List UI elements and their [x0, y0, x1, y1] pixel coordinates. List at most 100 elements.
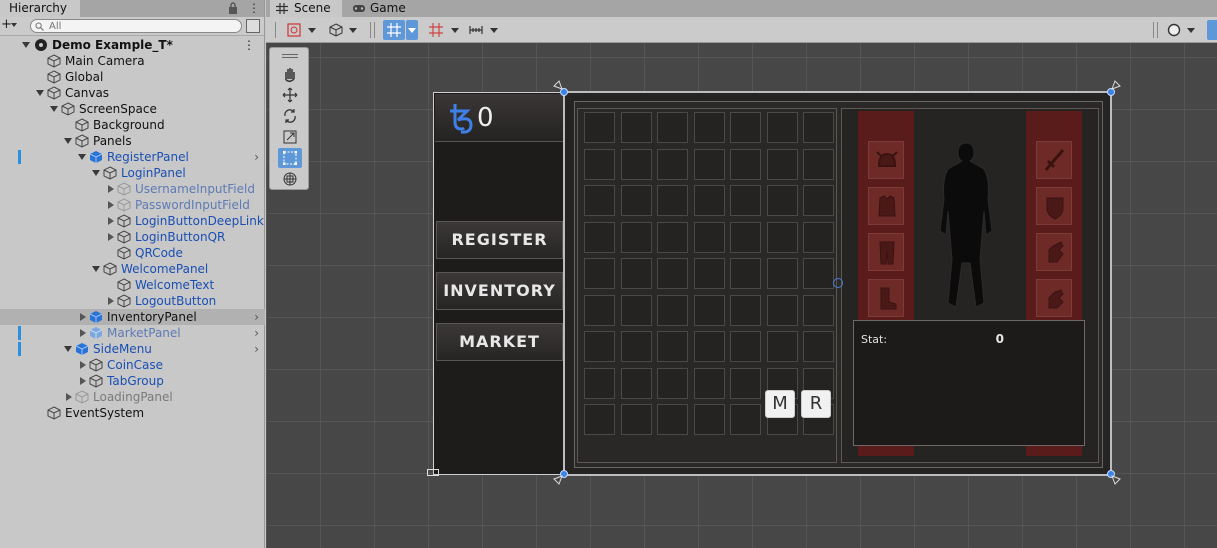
chevron-down-icon[interactable]	[1187, 28, 1195, 33]
scene-viewport[interactable]: 0 REGISTER INVENTORY MARKET Stat: 0 M R	[266, 43, 1217, 548]
anchor-bottom-left-icon[interactable]	[553, 475, 563, 485]
expand-arrow-icon[interactable]	[92, 266, 100, 272]
hand-tool[interactable]	[278, 64, 302, 84]
inventory-slot[interactable]	[657, 258, 688, 289]
collapsed-arrow-icon[interactable]	[108, 233, 114, 241]
inventory-slot[interactable]	[657, 367, 688, 399]
list-item[interactable]: LoadingPanel	[0, 389, 265, 405]
inventory-slot[interactable]	[766, 258, 798, 289]
inventory-slot[interactable]	[730, 331, 761, 362]
more-options-icon[interactable]: ⋮	[248, 2, 260, 15]
inventory-slot[interactable]	[657, 404, 688, 435]
collapsed-arrow-icon[interactable]	[108, 201, 114, 209]
inventory-slot[interactable]	[730, 185, 761, 216]
inventory-slot[interactable]	[730, 258, 761, 289]
inventory-slot[interactable]	[766, 294, 798, 326]
inventory-slot[interactable]	[766, 221, 798, 253]
inventory-slot[interactable]	[584, 185, 615, 216]
list-item[interactable]: CoinCase	[0, 357, 265, 373]
inventory-slot[interactable]	[657, 185, 688, 216]
inventory-slot[interactable]	[693, 112, 725, 143]
inventory-slot[interactable]	[584, 148, 615, 180]
inventory-slot[interactable]	[730, 112, 761, 143]
inventory-slot[interactable]	[693, 258, 725, 289]
inventory-slot[interactable]	[766, 148, 798, 180]
list-item[interactable]: Main Camera	[0, 53, 265, 69]
gloves-slot[interactable]	[1036, 233, 1072, 271]
inventory-slot[interactable]	[657, 294, 688, 326]
inventory-slot[interactable]	[584, 367, 615, 399]
list-item[interactable]: LogoutButton	[0, 293, 265, 309]
chevron-right-icon[interactable]: ›	[254, 341, 259, 357]
inventory-slot[interactable]	[620, 294, 652, 326]
chevron-down-icon[interactable]	[308, 28, 316, 33]
list-item[interactable]: UsernameInputField	[0, 181, 265, 197]
inventory-slot[interactable]	[803, 258, 834, 289]
view-options-button[interactable]	[1207, 20, 1217, 40]
list-item[interactable]: Background	[0, 117, 265, 133]
inventory-slot[interactable]	[803, 148, 834, 180]
scene-filter-button[interactable]	[246, 19, 260, 33]
collapsed-arrow-icon[interactable]	[80, 313, 86, 321]
snap-options-button[interactable]	[406, 20, 418, 40]
list-item[interactable]: WelcomeText	[0, 277, 265, 293]
chevron-down-icon[interactable]	[490, 28, 498, 33]
inventory-slot[interactable]	[620, 221, 652, 253]
chevron-right-icon[interactable]: ›	[254, 149, 259, 165]
inventory-slot[interactable]	[803, 294, 834, 326]
inventory-slot[interactable]	[584, 331, 615, 362]
grid-snap-button[interactable]	[426, 20, 446, 40]
list-item[interactable]: QRCode	[0, 245, 265, 261]
increment-snap-button[interactable]	[466, 20, 486, 40]
scale-tool[interactable]	[278, 127, 302, 147]
inventory-slot[interactable]	[584, 258, 615, 289]
search-input[interactable]	[49, 20, 237, 32]
snap-button[interactable]	[383, 20, 405, 40]
inventory-slot[interactable]	[693, 294, 725, 326]
inventory-slot[interactable]	[693, 148, 725, 180]
expand-arrow-icon[interactable]	[22, 42, 30, 48]
gizmos-button[interactable]	[1164, 20, 1184, 40]
chest-slot[interactable]	[868, 187, 904, 225]
expand-arrow-icon[interactable]	[50, 106, 58, 112]
inventory-slot[interactable]	[584, 112, 615, 143]
list-item[interactable]: LoginButtonDeepLink	[0, 213, 265, 229]
inventory-slot[interactable]	[693, 221, 725, 253]
inventory-slot[interactable]	[730, 404, 761, 435]
r-button[interactable]: R	[801, 390, 831, 418]
chevron-right-icon[interactable]: ›	[254, 325, 259, 341]
chevron-down-icon[interactable]	[349, 28, 357, 33]
collapsed-arrow-icon[interactable]	[108, 217, 114, 225]
inventory-slot[interactable]	[803, 331, 834, 362]
drag-handle[interactable]	[282, 54, 298, 58]
list-item[interactable]: LoginPanel	[0, 165, 265, 181]
expand-arrow-icon[interactable]	[78, 154, 86, 160]
register-button[interactable]: REGISTER	[436, 221, 563, 259]
helmet-slot[interactable]	[868, 141, 904, 179]
inventory-slot[interactable]	[730, 294, 761, 326]
tab-game[interactable]: Game	[346, 0, 416, 17]
move-tool[interactable]	[278, 85, 302, 105]
inventory-slot[interactable]	[730, 221, 761, 253]
anchor-top-left-icon[interactable]	[553, 80, 563, 90]
inventory-slot[interactable]	[693, 331, 725, 362]
inventory-slot[interactable]	[620, 258, 652, 289]
inventory-slot[interactable]	[766, 331, 798, 362]
inventory-slot[interactable]	[693, 404, 725, 435]
collapsed-arrow-icon[interactable]	[108, 185, 114, 193]
list-item[interactable]: Panels	[0, 133, 265, 149]
inventory-slot[interactable]	[803, 221, 834, 253]
anchor-bottom-right-icon[interactable]	[1111, 475, 1121, 485]
list-item[interactable]: WelcomePanel	[0, 261, 265, 277]
side-menu-anchor[interactable]	[427, 469, 439, 476]
collapsed-arrow-icon[interactable]	[108, 297, 114, 305]
collapsed-arrow-icon[interactable]	[80, 361, 86, 369]
inventory-button[interactable]: INVENTORY	[436, 272, 563, 310]
list-item[interactable]: RegisterPanel ›	[0, 149, 265, 165]
weapon-slot[interactable]	[1036, 141, 1072, 179]
list-item[interactable]: SideMenu ›	[0, 341, 265, 357]
expand-arrow-icon[interactable]	[92, 170, 100, 176]
inventory-slot[interactable]	[620, 331, 652, 362]
inventory-slot[interactable]	[693, 185, 725, 216]
inventory-slot[interactable]	[620, 185, 652, 216]
